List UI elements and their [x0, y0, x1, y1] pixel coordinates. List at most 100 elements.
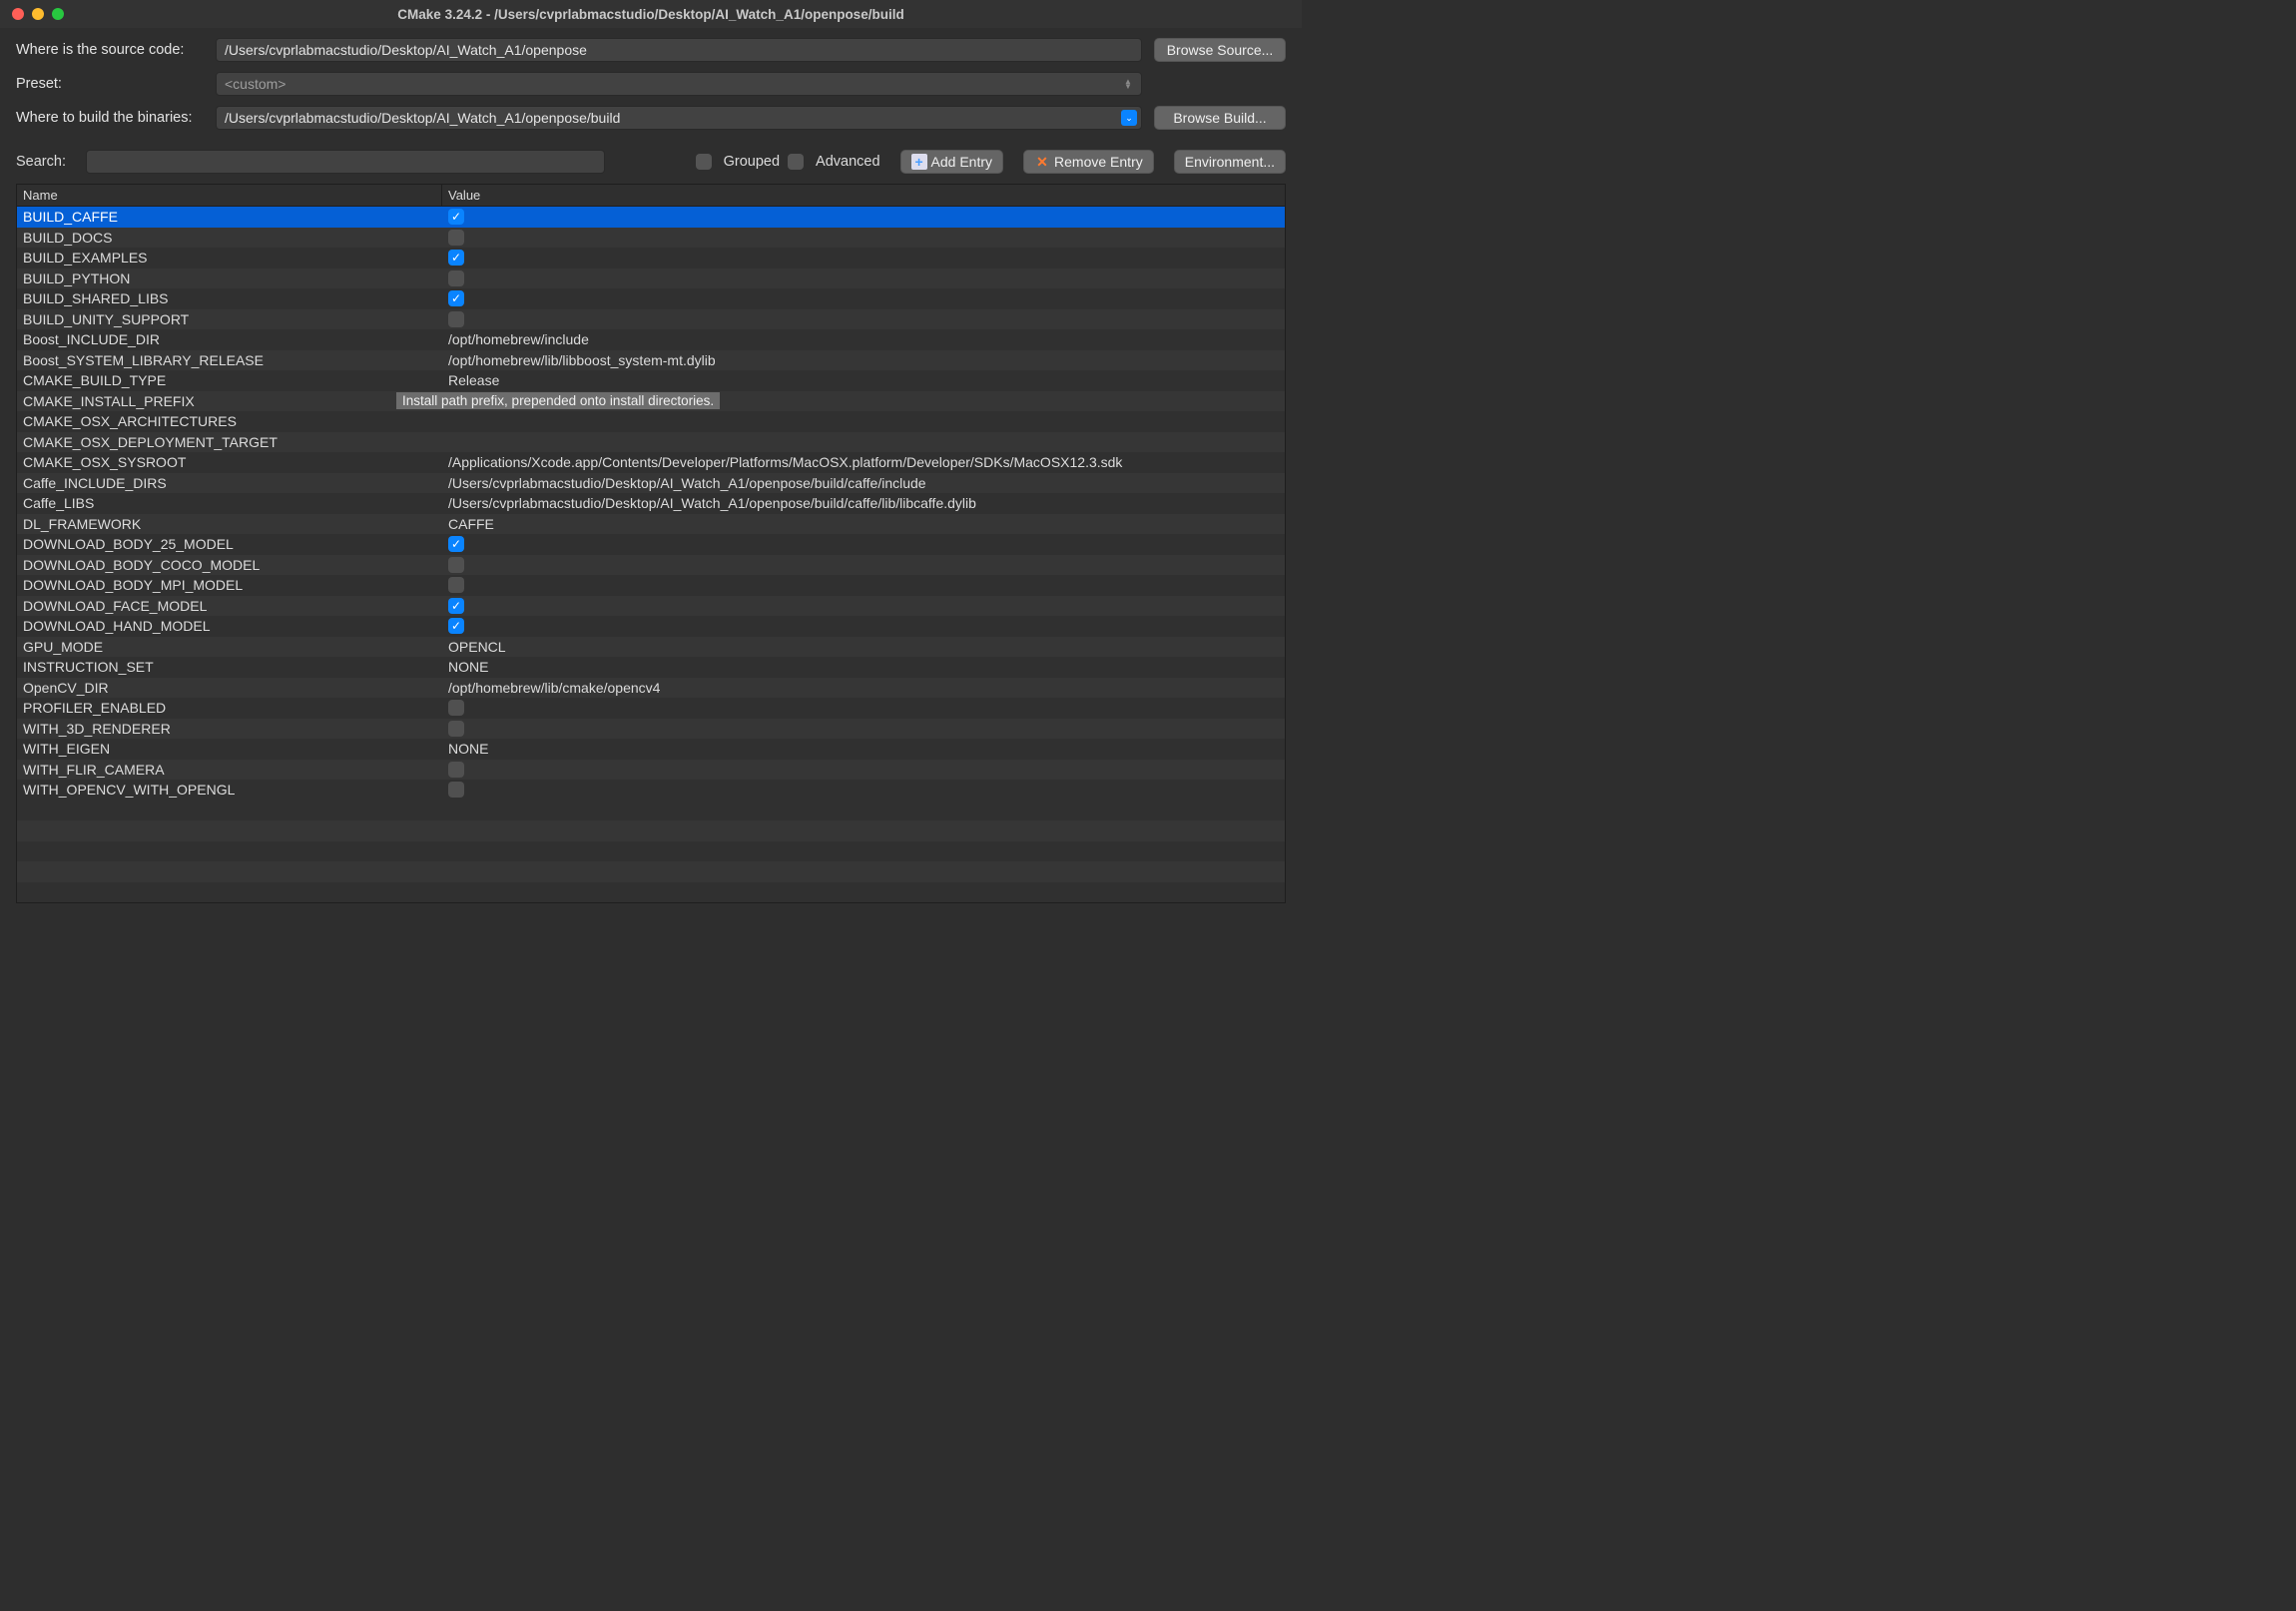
table-row[interactable]: OpenCV_DIR/opt/homebrew/lib/cmake/opencv… — [17, 678, 1285, 699]
source-label: Where is the source code: — [16, 42, 216, 58]
cache-value[interactable] — [442, 209, 1285, 225]
source-path-input[interactable]: /Users/cvprlabmacstudio/Desktop/AI_Watch… — [216, 38, 1142, 62]
advanced-checkbox[interactable] — [788, 154, 804, 170]
table-row[interactable]: BUILD_PYTHON — [17, 268, 1285, 289]
build-label: Where to build the binaries: — [16, 110, 216, 126]
checkbox[interactable] — [448, 290, 464, 306]
build-path-combobox[interactable]: /Users/cvprlabmacstudio/Desktop/AI_Watch… — [216, 106, 1142, 130]
cache-value[interactable]: Release — [442, 372, 1285, 388]
cache-name: CMAKE_OSX_ARCHITECTURES — [17, 413, 442, 429]
cache-name: DOWNLOAD_BODY_COCO_MODEL — [17, 557, 442, 573]
cache-value[interactable] — [442, 536, 1285, 552]
cache-name: DOWNLOAD_FACE_MODEL — [17, 598, 442, 614]
cache-value[interactable]: /opt/homebrew/lib/cmake/opencv4 — [442, 680, 1285, 696]
search-input[interactable] — [86, 150, 605, 174]
table-row[interactable]: Boost_SYSTEM_LIBRARY_RELEASE/opt/homebre… — [17, 350, 1285, 371]
checkbox[interactable] — [448, 250, 464, 266]
checkbox[interactable] — [448, 270, 464, 286]
browse-build-button[interactable]: Browse Build... — [1154, 106, 1286, 130]
checkbox[interactable] — [448, 598, 464, 614]
browse-source-button[interactable]: Browse Source... — [1154, 38, 1286, 62]
cache-value[interactable] — [442, 290, 1285, 306]
checkbox[interactable] — [448, 230, 464, 246]
table-row[interactable]: Boost_INCLUDE_DIR/opt/homebrew/include — [17, 329, 1285, 350]
cache-value[interactable] — [442, 311, 1285, 327]
table-row[interactable]: BUILD_CAFFE — [17, 207, 1285, 228]
remove-entry-button[interactable]: ✕ Remove Entry — [1023, 150, 1154, 174]
cache-value[interactable] — [442, 577, 1285, 593]
cache-value[interactable] — [442, 598, 1285, 614]
table-row[interactable]: GPU_MODEOPENCL — [17, 637, 1285, 658]
cache-value[interactable] — [442, 721, 1285, 737]
table-row[interactable]: CMAKE_OSX_SYSROOT/Applications/Xcode.app… — [17, 452, 1285, 473]
table-row[interactable]: Caffe_LIBS/Users/cvprlabmacstudio/Deskto… — [17, 493, 1285, 514]
table-row[interactable]: DOWNLOAD_FACE_MODEL — [17, 596, 1285, 617]
cache-value[interactable] — [442, 700, 1285, 716]
cache-name: DOWNLOAD_BODY_MPI_MODEL — [17, 577, 442, 593]
checkbox[interactable] — [448, 209, 464, 225]
table-row[interactable]: Caffe_INCLUDE_DIRS/Users/cvprlabmacstudi… — [17, 473, 1285, 494]
cache-value[interactable]: /Users/cvprlabmacstudio/Desktop/AI_Watch… — [442, 475, 1285, 491]
cache-value[interactable]: OPENCL — [442, 639, 1285, 655]
advanced-label: Advanced — [816, 154, 880, 170]
preset-value: <custom> — [225, 76, 286, 92]
cache-value[interactable]: NONE — [442, 741, 1285, 757]
checkbox[interactable] — [448, 762, 464, 778]
table-row[interactable]: BUILD_EXAMPLES — [17, 248, 1285, 268]
checkbox[interactable] — [448, 577, 464, 593]
table-row[interactable]: WITH_3D_RENDERER — [17, 719, 1285, 740]
table-row[interactable]: DOWNLOAD_HAND_MODEL — [17, 616, 1285, 637]
cache-value[interactable]: NONE — [442, 659, 1285, 675]
cache-value[interactable]: CAFFE — [442, 516, 1285, 532]
table-row[interactable]: DOWNLOAD_BODY_MPI_MODEL — [17, 575, 1285, 596]
table-row[interactable]: CMAKE_OSX_DEPLOYMENT_TARGET — [17, 432, 1285, 453]
col-value[interactable]: Value — [442, 185, 1285, 206]
cache-value[interactable]: Install path prefix, prepended onto inst… — [442, 392, 1285, 409]
table-row[interactable]: CMAKE_OSX_ARCHITECTURES — [17, 411, 1285, 432]
table-row[interactable]: INSTRUCTION_SETNONE — [17, 657, 1285, 678]
environment-button[interactable]: Environment... — [1174, 150, 1286, 174]
checkbox[interactable] — [448, 721, 464, 737]
cache-value[interactable] — [442, 250, 1285, 266]
table-row[interactable]: WITH_OPENCV_WITH_OPENGL — [17, 780, 1285, 801]
table-row[interactable]: WITH_FLIR_CAMERA — [17, 760, 1285, 781]
table-row[interactable]: DL_FRAMEWORKCAFFE — [17, 514, 1285, 535]
cache-value[interactable] — [442, 782, 1285, 798]
col-name[interactable]: Name — [17, 185, 442, 206]
cache-value[interactable] — [442, 618, 1285, 634]
table-row[interactable]: BUILD_UNITY_SUPPORT — [17, 309, 1285, 330]
cache-value[interactable] — [442, 557, 1285, 573]
table-row[interactable]: CMAKE_BUILD_TYPERelease — [17, 370, 1285, 391]
form-area: Where is the source code: /Users/cvprlab… — [0, 28, 1302, 146]
checkbox[interactable] — [448, 557, 464, 573]
cache-name: CMAKE_OSX_SYSROOT — [17, 454, 442, 470]
chevron-updown-icon[interactable]: ⌄ — [1121, 110, 1137, 126]
cache-name: CMAKE_BUILD_TYPE — [17, 372, 442, 388]
cache-value[interactable]: /Users/cvprlabmacstudio/Desktop/AI_Watch… — [442, 495, 1285, 511]
cache-name: WITH_OPENCV_WITH_OPENGL — [17, 782, 442, 798]
checkbox[interactable] — [448, 618, 464, 634]
checkbox[interactable] — [448, 782, 464, 798]
cache-value[interactable] — [442, 230, 1285, 246]
cache-name: Boost_SYSTEM_LIBRARY_RELEASE — [17, 352, 442, 368]
checkbox[interactable] — [448, 700, 464, 716]
checkbox[interactable] — [448, 311, 464, 327]
cache-value[interactable] — [442, 762, 1285, 778]
preset-select[interactable]: <custom> ▲▼ — [216, 72, 1142, 96]
table-row[interactable]: DOWNLOAD_BODY_COCO_MODEL — [17, 555, 1285, 576]
add-entry-button[interactable]: + Add Entry — [900, 150, 1003, 174]
tooltip: Install path prefix, prepended onto inst… — [396, 392, 720, 409]
table-row[interactable]: BUILD_SHARED_LIBS — [17, 288, 1285, 309]
cache-value[interactable]: /opt/homebrew/include — [442, 331, 1285, 347]
table-row[interactable]: BUILD_DOCS — [17, 228, 1285, 249]
checkbox[interactable] — [448, 536, 464, 552]
table-row[interactable]: PROFILER_ENABLED — [17, 698, 1285, 719]
cache-value[interactable] — [442, 270, 1285, 286]
cache-name: BUILD_PYTHON — [17, 270, 442, 286]
table-row[interactable]: DOWNLOAD_BODY_25_MODEL — [17, 534, 1285, 555]
cache-value[interactable]: /Applications/Xcode.app/Contents/Develop… — [442, 454, 1285, 470]
cache-value[interactable]: /opt/homebrew/lib/libboost_system-mt.dyl… — [442, 352, 1285, 368]
grouped-checkbox[interactable] — [696, 154, 712, 170]
table-row[interactable]: WITH_EIGENNONE — [17, 739, 1285, 760]
table-row[interactable]: CMAKE_INSTALL_PREFIXInstall path prefix,… — [17, 391, 1285, 412]
